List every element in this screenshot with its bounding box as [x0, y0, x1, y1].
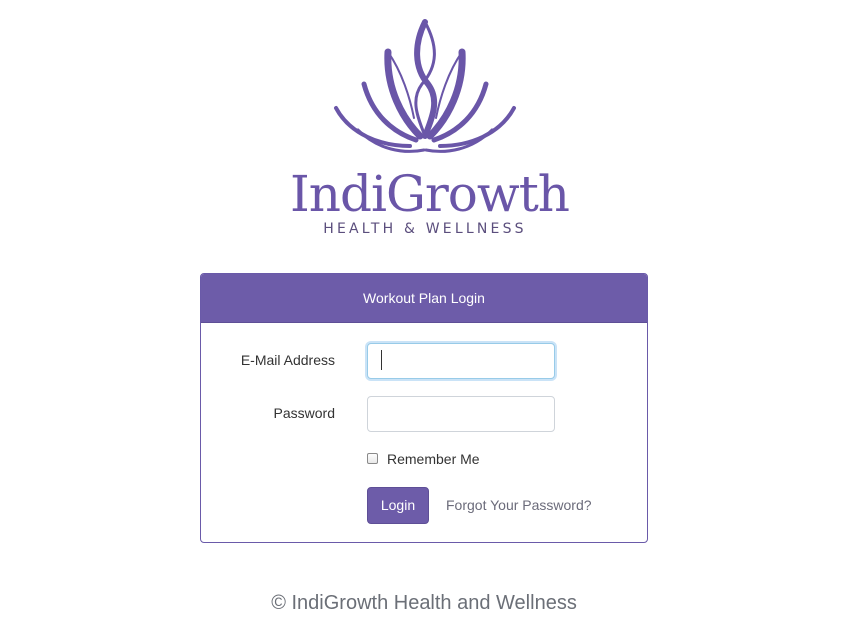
email-label: E-Mail Address	[240, 352, 335, 368]
password-label: Password	[273, 405, 335, 421]
brand-name: IndiGrowth	[290, 165, 570, 223]
password-field[interactable]	[367, 396, 555, 432]
lotus-icon	[334, 19, 516, 153]
login-page: IndiGrowth HEALTH & WELLNESS Workout Pla…	[0, 0, 848, 637]
remember-me-label[interactable]: Remember Me	[387, 451, 480, 467]
remember-me-checkbox[interactable]	[367, 453, 378, 464]
text-caret	[381, 350, 382, 370]
email-field[interactable]	[367, 343, 555, 379]
brand-tagline: HEALTH & WELLNESS	[323, 221, 527, 237]
forgot-password-link[interactable]: Forgot Your Password?	[446, 497, 592, 513]
brand-logo: IndiGrowth HEALTH & WELLNESS	[290, 18, 570, 240]
card-title: Workout Plan Login	[201, 274, 647, 323]
footer-copyright: © IndiGrowth Health and Wellness	[271, 592, 577, 614]
login-card: Workout Plan Login E-Mail Address Passwo…	[200, 273, 648, 543]
login-button[interactable]: Login	[367, 487, 429, 524]
